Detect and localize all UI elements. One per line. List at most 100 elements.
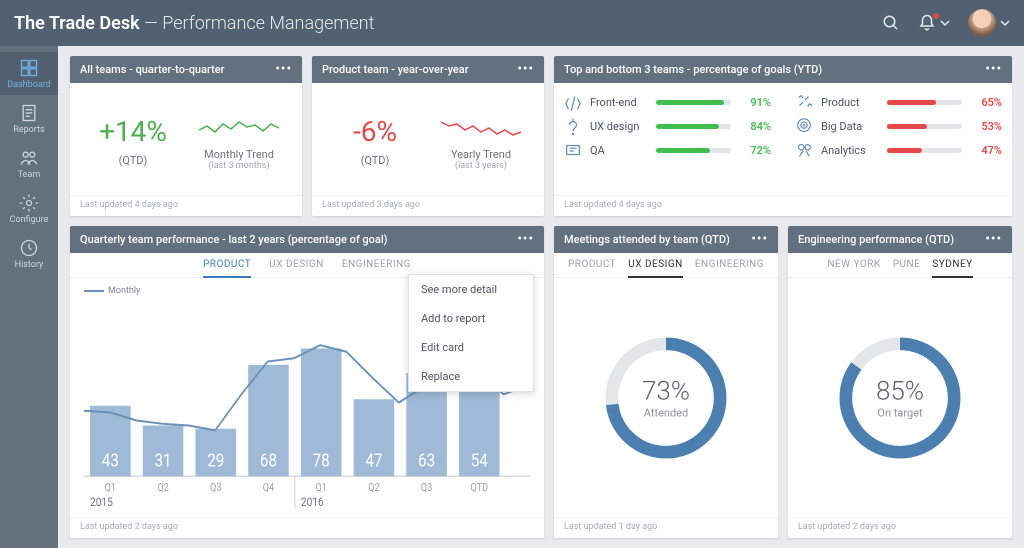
goal-bar: [887, 148, 962, 153]
svg-text:47: 47: [365, 450, 382, 472]
nav-dashboard[interactable]: Dashboard: [0, 52, 58, 95]
sidebar: Dashboard Reports Team Configure History: [0, 46, 58, 548]
svg-text:Q2: Q2: [368, 482, 380, 494]
kpi-value: +14%: [99, 115, 167, 148]
card-menu-icon[interactable]: •••: [517, 233, 534, 246]
kpi-value: -6%: [353, 115, 397, 148]
goal-name: Front-end: [590, 96, 648, 109]
goal-row: Front-end 91%: [564, 93, 771, 111]
card-menu-icon[interactable]: •••: [275, 63, 292, 76]
goal-name: Big Data: [821, 120, 879, 133]
sparkline: [199, 112, 279, 142]
donut-chart: 73%Attended: [601, 333, 731, 463]
card-goals: Top and bottom 3 teams - percentage of g…: [554, 56, 1012, 216]
nav-configure[interactable]: Configure: [0, 187, 58, 230]
card-title: Meetings attended by team (QTD): [564, 233, 730, 246]
nav-team[interactable]: Team: [0, 142, 58, 185]
avatar: [968, 9, 996, 37]
svg-text:2015: 2015: [90, 494, 113, 509]
svg-text:Q1: Q1: [315, 482, 326, 494]
svg-text:68: 68: [260, 450, 277, 472]
svg-text:29: 29: [207, 450, 224, 472]
goal-name: Analytics: [821, 144, 879, 157]
goal-bar: [887, 100, 962, 105]
team-icon: [795, 141, 813, 159]
goal-pct: 91%: [739, 96, 771, 109]
team-icon: [795, 117, 813, 135]
card-footer: Last updated 4 days ago: [554, 195, 1012, 216]
goal-pct: 84%: [739, 120, 771, 133]
goal-row: QA 72%: [564, 141, 771, 159]
tab-pune[interactable]: PUNE: [893, 253, 921, 277]
goal-name: UX design: [590, 120, 648, 133]
sparkline: [441, 112, 521, 142]
goal-pct: 53%: [970, 120, 1002, 133]
goal-bar: [656, 100, 731, 105]
svg-text:Q2: Q2: [157, 482, 169, 494]
goal-row: Big Data 53%: [795, 117, 1002, 135]
card-menu-icon[interactable]: •••: [751, 233, 768, 246]
tab-engineering[interactable]: ENGINEERING: [342, 253, 411, 277]
card-title: Quarterly team performance - last 2 year…: [80, 233, 388, 246]
svg-text:78: 78: [313, 450, 330, 472]
goal-pct: 65%: [970, 96, 1002, 109]
brand: The Trade Desk — Performance Management: [14, 13, 374, 34]
tab-product[interactable]: PRODUCT: [568, 253, 616, 277]
card-footer: Last updated 4 days ago: [70, 195, 302, 216]
svg-text:63: 63: [418, 450, 435, 472]
card-title: Engineering performance (QTD): [798, 233, 954, 246]
card-menu-icon[interactable]: •••: [517, 63, 534, 76]
tab-engineering[interactable]: ENGINEERING: [695, 253, 764, 277]
svg-text:43: 43: [102, 450, 119, 472]
goal-name: QA: [590, 144, 648, 157]
tab-sydney[interactable]: SYDNEY: [932, 253, 972, 278]
card-menu-icon[interactable]: •••: [985, 233, 1002, 246]
nav-history[interactable]: History: [0, 232, 58, 275]
card-footer: Last updated 2 days ago: [788, 517, 1012, 538]
goal-row: Product 65%: [795, 93, 1002, 111]
goal-bar: [656, 148, 731, 153]
tab-product[interactable]: PRODUCT: [203, 253, 251, 278]
svg-text:2016: 2016: [301, 494, 324, 509]
notifications-icon[interactable]: [918, 14, 950, 32]
menu-edit[interactable]: Edit card: [409, 333, 533, 362]
svg-text:Q3: Q3: [421, 482, 433, 494]
svg-text:Q1: Q1: [105, 482, 116, 494]
card-product-team: Product team - year-over-year••• -6% (QT…: [312, 56, 544, 216]
donut-chart: 85%On target: [835, 333, 965, 463]
card-all-teams: All teams - quarter-to-quarter••• +14% (…: [70, 56, 302, 216]
app-header: The Trade Desk — Performance Management: [0, 0, 1024, 46]
card-footer: Last updated 2 days ago: [70, 517, 544, 538]
tab-ux[interactable]: UX DESIGN: [269, 253, 324, 277]
menu-detail[interactable]: See more detail: [409, 275, 533, 304]
dashboard-grid: All teams - quarter-to-quarter••• +14% (…: [58, 46, 1024, 548]
context-menu: See more detail Add to report Edit card …: [408, 274, 534, 392]
goal-bar: [656, 124, 731, 129]
goal-pct: 47%: [970, 144, 1002, 157]
svg-text:QTD: QTD: [471, 482, 489, 494]
menu-replace[interactable]: Replace: [409, 362, 533, 391]
card-title: All teams - quarter-to-quarter: [80, 63, 225, 76]
svg-text:31: 31: [155, 450, 172, 472]
svg-text:Q4: Q4: [263, 482, 275, 494]
card-title: Product team - year-over-year: [322, 63, 469, 76]
card-engineering-perf: Engineering performance (QTD) ••• NEW YOR…: [788, 226, 1012, 538]
tab-ux[interactable]: UX DESIGN: [628, 253, 683, 278]
card-quarterly: Quarterly team performance - last 2 year…: [70, 226, 544, 538]
goal-row: Analytics 47%: [795, 141, 1002, 159]
card-footer: Last updated 1 day ago: [554, 517, 778, 538]
notification-badge: [933, 13, 939, 19]
card-menu-icon[interactable]: •••: [985, 63, 1002, 76]
goal-bar: [887, 124, 962, 129]
goal-row: UX design 84%: [564, 117, 771, 135]
team-icon: [564, 141, 582, 159]
svg-text:Q3: Q3: [210, 482, 222, 494]
nav-reports[interactable]: Reports: [0, 97, 58, 140]
user-menu[interactable]: [968, 9, 1010, 37]
card-meetings: Meetings attended by team (QTD) ••• PRODU…: [554, 226, 778, 538]
search-icon[interactable]: [882, 14, 900, 32]
menu-add-report[interactable]: Add to report: [409, 304, 533, 333]
tab-newyork[interactable]: NEW YORK: [827, 253, 880, 277]
team-icon: [795, 93, 813, 111]
goal-pct: 72%: [739, 144, 771, 157]
